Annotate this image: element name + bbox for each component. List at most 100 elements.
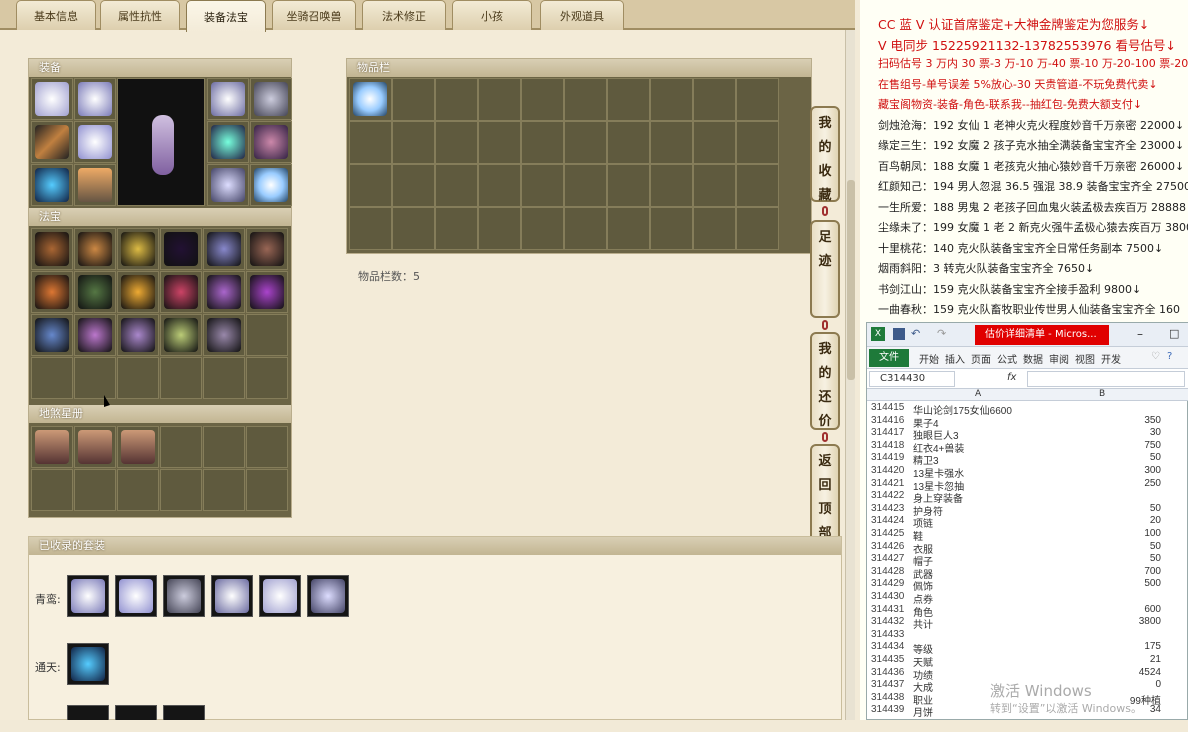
ribbon-tab-home[interactable]: 开始 [919,351,939,366]
inventory-slot[interactable] [736,164,779,207]
fabao-slot[interactable] [117,271,159,313]
inventory-slot[interactable] [693,164,736,207]
ribbon-tab-data[interactable]: 数据 [1023,351,1043,366]
dishaxingce-slot[interactable] [74,469,116,511]
inventory-slot[interactable] [349,121,392,164]
cell-b[interactable]: 21 [1049,654,1161,665]
row-number[interactable]: 314437 [867,679,909,690]
undo-icon[interactable]: ↶ [911,327,920,340]
set-item-3[interactable] [163,575,205,617]
equip-slot-weapon[interactable] [31,121,73,163]
inventory-slot[interactable] [521,121,564,164]
inventory-slot[interactable] [435,164,478,207]
row-number[interactable]: 314417 [867,427,909,438]
inventory-slot[interactable] [478,78,521,121]
set-item-9[interactable] [115,705,157,720]
row-number[interactable]: 314426 [867,541,909,552]
fabao-slot[interactable] [160,357,202,399]
row-number[interactable]: 314436 [867,667,909,678]
row-number[interactable]: 314416 [867,415,909,426]
dishaxingce-slot[interactable] [117,426,159,468]
inventory-slot[interactable] [607,164,650,207]
col-header-a[interactable]: A [975,389,981,399]
tab-attributes[interactable]: 属性抗性 [100,0,180,30]
inventory-slot[interactable] [736,78,779,121]
dishaxingce-slot[interactable] [117,469,159,511]
fabao-slot[interactable] [31,228,73,270]
set-item-1[interactable] [67,575,109,617]
equip-slot-key[interactable] [31,164,73,206]
inventory-slot[interactable] [650,121,693,164]
inventory-slot[interactable] [607,121,650,164]
inventory-slot[interactable] [392,207,435,250]
fabao-slot[interactable] [74,271,116,313]
inventory-slot[interactable] [521,207,564,250]
inventory-slot[interactable] [693,78,736,121]
set-item-8[interactable] [67,705,109,720]
scrollbar-thumb[interactable] [847,180,855,380]
fabao-slot[interactable] [203,228,245,270]
row-number[interactable]: 314421 [867,478,909,489]
fabao-slot[interactable] [203,314,245,356]
inventory-slot[interactable] [349,78,392,121]
equip-slot-bracer[interactable] [207,164,249,206]
cell-b[interactable]: 300 [1049,465,1161,476]
fabao-slot[interactable] [160,228,202,270]
fabao-slot[interactable] [117,228,159,270]
set-item-6[interactable] [307,575,349,617]
row-number[interactable]: 314418 [867,440,909,451]
row-number[interactable]: 314435 [867,654,909,665]
inventory-slot[interactable] [564,207,607,250]
page-scrollbar[interactable] [845,30,855,720]
fabao-slot[interactable] [74,228,116,270]
ribbon-tab-insert[interactable]: 插入 [945,351,965,366]
inventory-slot[interactable] [564,164,607,207]
inventory-slot[interactable] [478,207,521,250]
inventory-slot[interactable] [650,164,693,207]
fabao-slot[interactable] [246,228,288,270]
fabao-slot[interactable] [160,271,202,313]
tab-mounts[interactable]: 坐骑召唤兽 [272,0,356,30]
row-number[interactable]: 314423 [867,503,909,514]
tab-appearance[interactable]: 外观道具 [540,0,624,30]
fabao-slot[interactable] [117,357,159,399]
name-box[interactable]: C314430 [869,371,955,387]
inventory-slot[interactable] [521,78,564,121]
ribbon-tab-formulas[interactable]: 公式 [997,351,1017,366]
cell-b[interactable]: 50 [1049,503,1161,514]
inventory-slot[interactable] [607,207,650,250]
cell-b[interactable]: 350 [1049,415,1161,426]
maximize-icon[interactable]: □ [1169,327,1179,340]
inventory-slot[interactable] [435,207,478,250]
tab-child[interactable]: 小孩 [452,0,532,30]
tab-basic-info[interactable]: 基本信息 [16,0,96,30]
fabao-slot[interactable] [203,357,245,399]
dishaxingce-slot[interactable] [31,469,73,511]
cell-b[interactable]: 50 [1049,553,1161,564]
row-number[interactable]: 314429 [867,578,909,589]
row-number[interactable]: 314420 [867,465,909,476]
heart-icon[interactable]: ♡ [1151,351,1160,362]
equip-slot-orb[interactable] [250,164,292,206]
cell-b[interactable]: 3800 [1049,616,1161,627]
cell-b[interactable]: 600 [1049,604,1161,615]
cell-b[interactable]: 30 [1049,427,1161,438]
inventory-slot[interactable] [392,78,435,121]
ribbon-tab-layout[interactable]: 页面 [971,351,991,366]
row-number[interactable]: 314433 [867,629,909,640]
row-number[interactable]: 314428 [867,566,909,577]
equip-slot-mask[interactable] [207,78,249,120]
inventory-slot[interactable] [392,121,435,164]
equip-slot-ring[interactable] [250,78,292,120]
fabao-slot[interactable] [246,271,288,313]
fabao-slot[interactable] [31,357,73,399]
cell-b[interactable]: 50 [1049,541,1161,552]
inventory-slot[interactable] [693,207,736,250]
ribbon-tab-review[interactable]: 审阅 [1049,351,1069,366]
dishaxingce-slot[interactable] [74,426,116,468]
fabao-slot[interactable] [203,271,245,313]
fabao-slot[interactable] [74,357,116,399]
inventory-slot[interactable] [392,164,435,207]
my-bargain-button[interactable]: 我的还价 [810,332,840,430]
fabao-slot[interactable] [31,271,73,313]
